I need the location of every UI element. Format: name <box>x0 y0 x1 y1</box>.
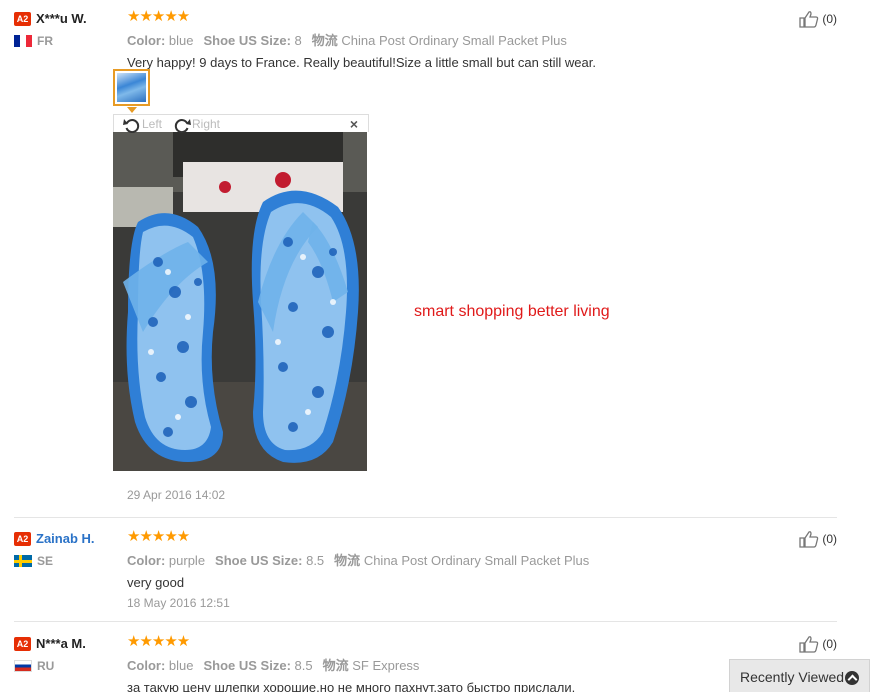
helpful-count: (0) <box>822 12 837 26</box>
color-label: Color: <box>127 33 166 48</box>
helpful-button[interactable]: (0) <box>799 530 837 548</box>
size-label: Shoe US Size: <box>215 553 303 568</box>
review-photo-thumbnail[interactable] <box>113 69 150 106</box>
reviewer-name-link[interactable]: Zainab H. <box>36 531 95 546</box>
buyer-level-badge: A2 <box>14 636 31 651</box>
size-value: 8 <box>294 33 302 48</box>
reviewer-name: X***u W. <box>36 11 87 27</box>
helpful-count: (0) <box>822 637 837 651</box>
rotate-right-icon <box>174 118 191 133</box>
rotate-left-label: Left <box>142 117 163 131</box>
size-label: Shoe US Size: <box>203 658 291 673</box>
review-body: ★★★★★ Color: purple Shoe US Size: 8.5 物流 C… <box>127 528 787 610</box>
shipping-label: 物流 <box>334 553 361 568</box>
review-body: ★★★★★ Color: blue Shoe US Size: 8.5 物流 SF … <box>127 633 787 692</box>
order-attributes: Color: purple Shoe US Size: 8.5 物流 China P… <box>127 550 787 569</box>
review-date: 18 May 2016 12:51 <box>127 596 230 610</box>
buyer-level-badge: A2 <box>14 531 31 546</box>
shipping-label: 物流 <box>322 658 349 673</box>
country-code: SE <box>37 553 54 568</box>
helpful-button[interactable]: (0) <box>799 10 837 28</box>
promo-text: smart shopping better living <box>414 303 610 320</box>
color-value: blue <box>168 658 194 673</box>
thumbs-up-icon <box>799 11 819 28</box>
rotate-right-button[interactable]: Right <box>172 115 220 133</box>
france-flag-icon <box>14 34 32 47</box>
helpful-button[interactable]: (0) <box>799 635 837 653</box>
order-attributes: Color: blue Shoe US Size: 8 物流 China Post … <box>127 30 787 49</box>
size-value: 8.5 <box>294 658 313 673</box>
reviewer-info: A2 N***a M. RU <box>14 635 122 673</box>
star-rating: ★★★★★ <box>127 633 190 650</box>
country-code: RU <box>37 658 55 673</box>
thumbs-up-icon <box>799 531 819 548</box>
size-value: 8.5 <box>306 553 325 568</box>
order-attributes: Color: blue Shoe US Size: 8.5 物流 SF Expres… <box>127 655 787 674</box>
reviewer-info: A2 Zainab H. SE <box>14 530 122 568</box>
helpful-count: (0) <box>822 532 837 546</box>
photo-viewer: Left Right × <box>113 114 369 471</box>
rotate-right-label: Right <box>192 117 221 131</box>
thumbnail-pointer <box>127 107 137 113</box>
chevron-up-icon[interactable] <box>845 671 859 685</box>
shipping-value: SF Express <box>352 658 420 673</box>
review-text: Very happy! 9 days to France. Really bea… <box>127 55 596 70</box>
rotate-left-button[interactable]: Left <box>122 115 162 133</box>
size-label: Shoe US Size: <box>203 33 291 48</box>
recently-viewed-label: Recently Viewed <box>740 669 845 685</box>
reviewer-name: N***a M. <box>36 636 86 652</box>
review-body: ★★★★★ Color: blue Shoe US Size: 8 物流 China… <box>127 8 787 70</box>
close-viewer-button[interactable]: × <box>350 115 358 133</box>
review-text: за такую цену шлепки хорошие.но не много… <box>127 680 576 692</box>
reviewer-country: SE <box>14 552 122 568</box>
russia-flag-icon <box>14 659 32 672</box>
buyer-level-badge: A2 <box>14 11 31 26</box>
review-item: A2 N***a M. RU ★★★★★ Color: blue Shoe US S… <box>14 633 837 692</box>
shipping-label: 物流 <box>311 33 338 48</box>
color-label: Color: <box>127 658 166 673</box>
thumbs-up-icon <box>799 636 819 653</box>
reviewer-country: RU <box>14 657 122 673</box>
color-value: purple <box>168 553 206 568</box>
color-label: Color: <box>127 553 166 568</box>
review-photo <box>113 132 367 471</box>
photo-viewer-toolbar: Left Right × <box>113 114 369 133</box>
shipping-value: China Post Ordinary Small Packet Plus <box>341 33 567 48</box>
country-code: FR <box>37 33 53 48</box>
star-rating: ★★★★★ <box>127 528 190 545</box>
star-rating: ★★★★★ <box>127 8 190 25</box>
recently-viewed-panel[interactable]: Recently Viewed <box>729 659 870 692</box>
rotate-left-icon <box>123 118 140 133</box>
shipping-value: China Post Ordinary Small Packet Plus <box>363 553 590 568</box>
reviewer-country: FR <box>14 32 122 48</box>
review-item: A2 Zainab H. SE ★★★★★ Color: purple Shoe U… <box>14 528 837 622</box>
sweden-flag-icon <box>14 554 32 567</box>
reviewer-info: A2 X***u W. FR <box>14 10 122 48</box>
review-date: 29 Apr 2016 14:02 <box>127 488 226 502</box>
review-text: very good <box>127 575 185 590</box>
color-value: blue <box>168 33 194 48</box>
